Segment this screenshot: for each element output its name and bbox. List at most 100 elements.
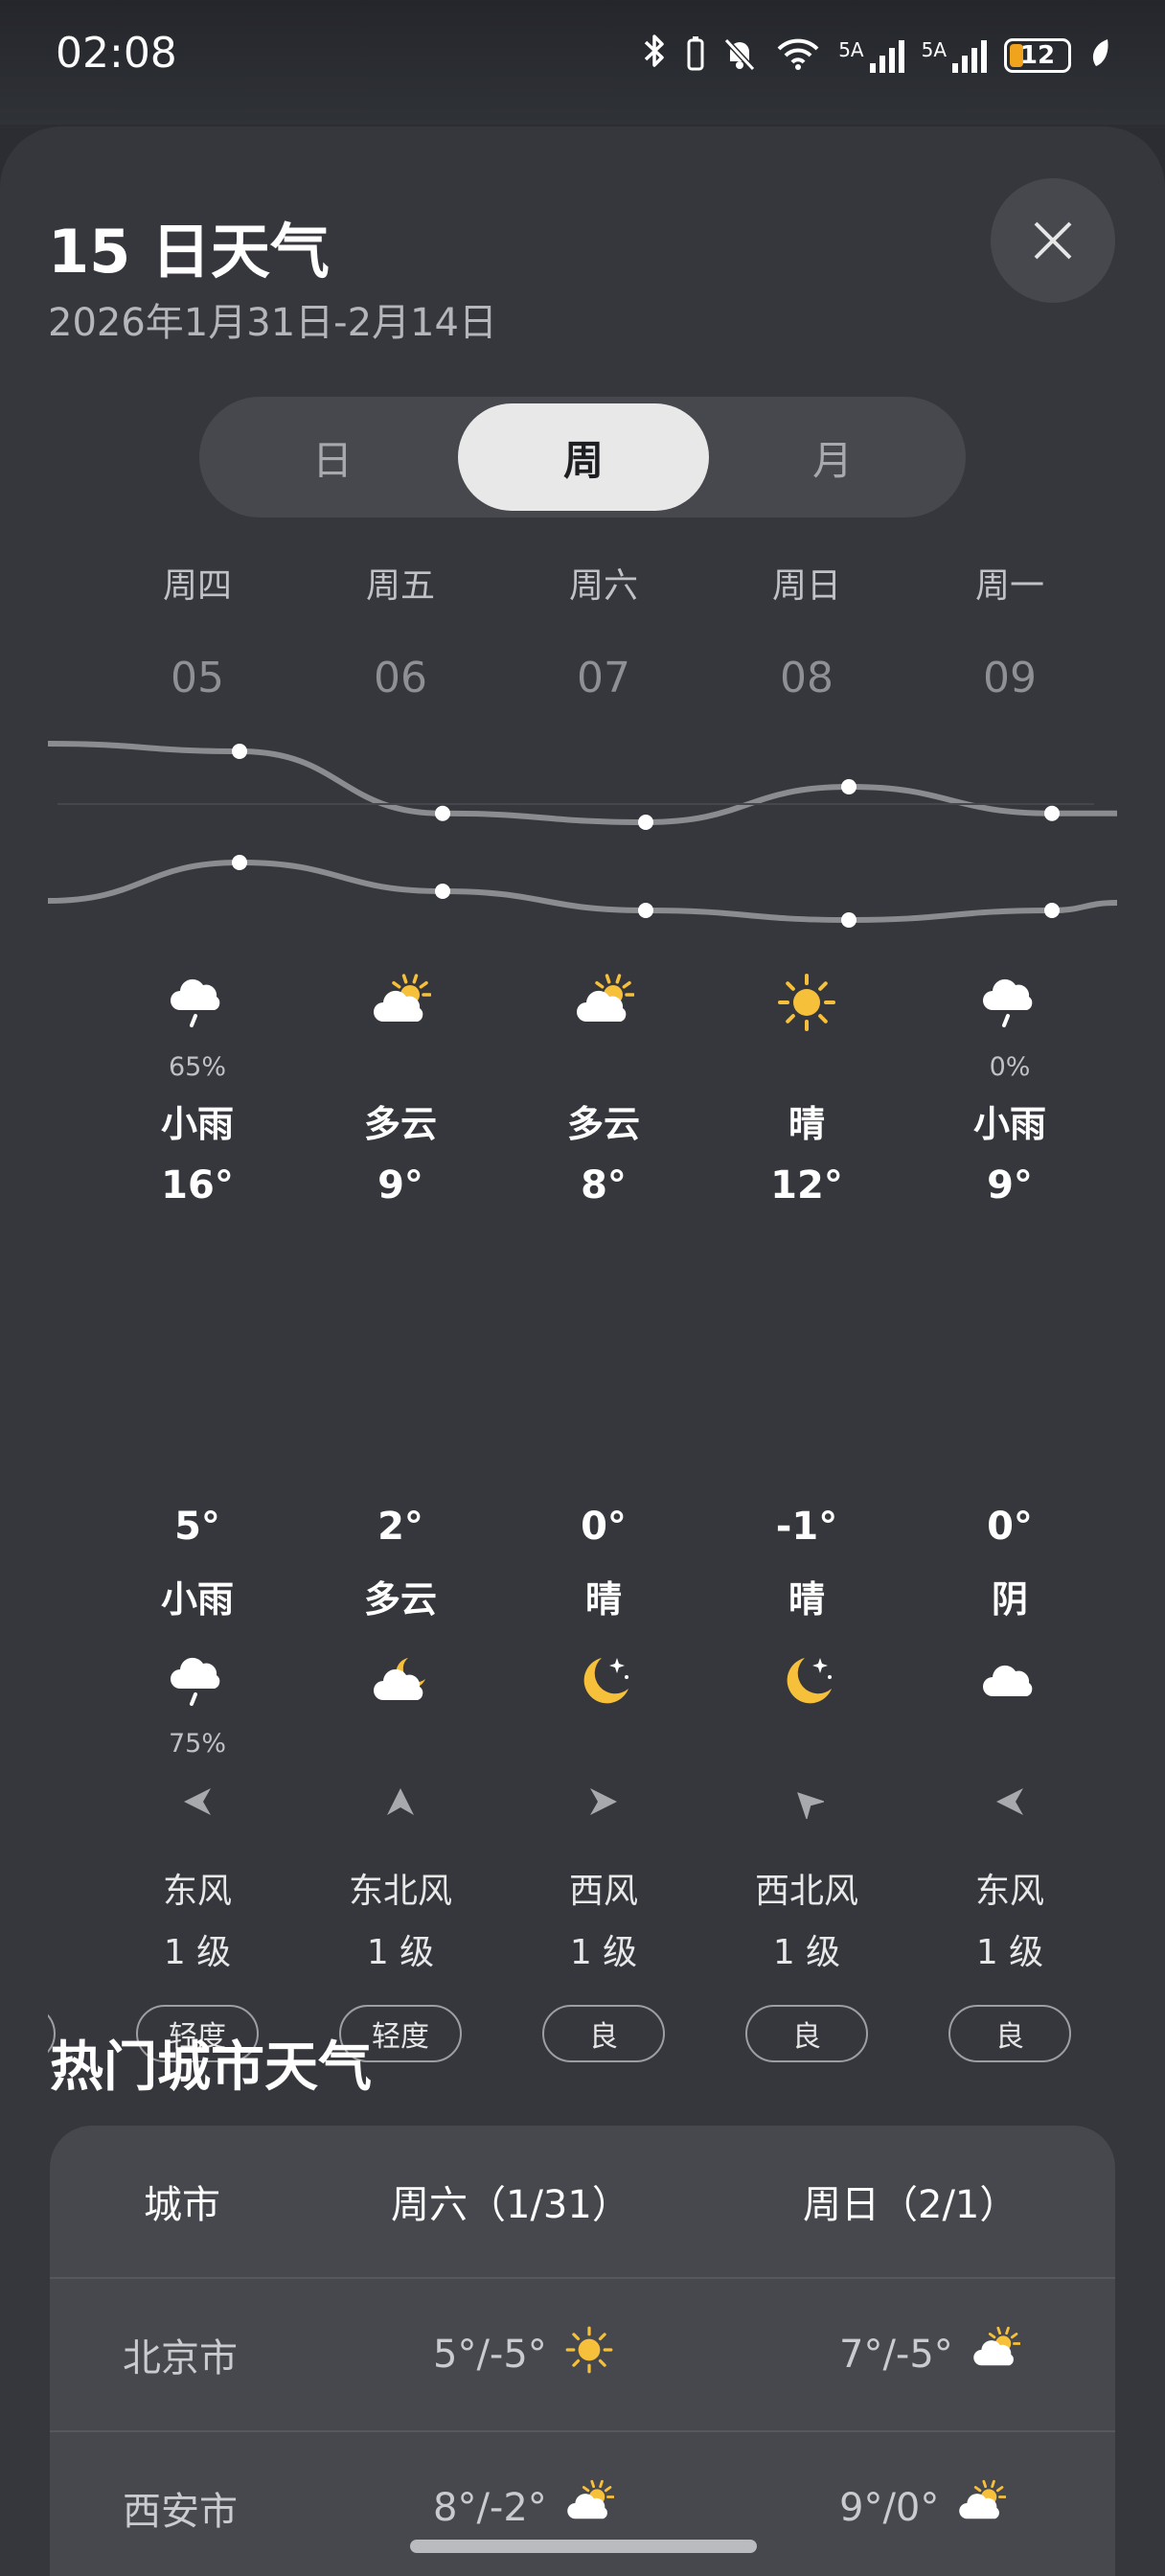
sun-temp: 9°/0°: [839, 2486, 940, 2530]
partly-cloudy-day-icon: [971, 2325, 1021, 2384]
page-title: 15 日天气: [48, 217, 330, 287]
column-header-city: 城市: [144, 2183, 220, 2227]
low-temp: 0°: [987, 1505, 1033, 1549]
cellular-signal-2-icon: 5A: [922, 38, 987, 73]
tab-month[interactable]: 月: [707, 403, 958, 511]
table-header: 城市 周六（1/31） 周日（2/1）: [50, 2126, 1115, 2277]
wind-level: 级: [48, 1924, 96, 1974]
aqi-badge: 良: [745, 2005, 868, 2062]
column-header-sat: 周六（1/31）: [391, 2183, 630, 2227]
precip-probability: 75%: [168, 1729, 226, 1759]
precip-probability: 0%: [989, 1052, 1031, 1082]
partly-cloudy-day-icon: [564, 2478, 615, 2538]
divider: [57, 803, 1094, 805]
high-temp: 8°: [581, 1163, 627, 1208]
wind-direction-icon: [180, 1784, 215, 1819]
forecast-scroller[interactable]: 三云°云风级度周四0565%小雨16°5°小雨75%东风1 级轻度周五06多云9…: [48, 539, 1117, 2110]
weekday-label: 三: [48, 558, 96, 608]
hot-cities-table: 城市 周六（1/31） 周日（2/1） 北京市 5°/-5° 7°/-5° 西安市 8°…: [50, 2126, 1115, 2576]
sun-icon: [776, 972, 837, 1033]
wind-direction: 西北风: [754, 1872, 858, 1911]
moon-icon: [573, 1650, 634, 1712]
night-condition: 云: [48, 1570, 96, 1622]
table-row[interactable]: 北京市 5°/-5° 7°/-5°: [50, 2279, 1115, 2430]
battery-icon: 12: [1004, 37, 1071, 73]
aqi-badge: 良: [542, 2005, 665, 2062]
rain-icon: [167, 1650, 228, 1712]
day-condition: 多云: [363, 1103, 437, 1145]
day-condition: 小雨: [160, 1103, 234, 1145]
sun-icon: [564, 2325, 614, 2384]
sat-temp: 8°/-2°: [433, 2486, 547, 2530]
wind-direction: 东北风: [348, 1872, 452, 1911]
forecast-day[interactable]: 周五 06 多云 9° 2° 多云 东北风 1 级轻度: [299, 539, 502, 2072]
weekday-label: 周一: [974, 566, 1044, 606]
partly-cloudy-day-icon: [956, 2478, 1007, 2538]
forecast-day[interactable]: 周日 08 晴 12° -1° 晴西北风 1 级良: [705, 539, 908, 2072]
status-time: 02:08: [56, 29, 177, 78]
day-condition: 小雨: [972, 1103, 1046, 1145]
low-temp: 2°: [377, 1505, 423, 1549]
forecast-day[interactable]: 周四 05 65% 小雨 16° 5° 小雨 75% 东风 1 级轻度: [96, 539, 299, 2072]
night-condition: 小雨: [160, 1578, 234, 1621]
date-label: 06: [374, 654, 427, 702]
night-condition: 阴: [991, 1578, 1028, 1621]
partly-cloudy-day-icon: [370, 972, 431, 1033]
battery-level: 12: [1019, 40, 1056, 70]
table-row[interactable]: 西安市 8°/-2° 9°/0°: [50, 2432, 1115, 2576]
close-button[interactable]: [991, 178, 1115, 303]
network-type-label: 5A: [921, 37, 947, 61]
high-temp: 9°: [987, 1163, 1033, 1208]
high-temp: °: [48, 1163, 96, 1208]
night-condition: 晴: [788, 1578, 825, 1621]
moon-icon: [776, 1650, 837, 1712]
network-type-label: 5A: [838, 37, 864, 61]
low-temp: 5°: [174, 1505, 220, 1549]
partly-cloudy-night-icon: [370, 1650, 431, 1712]
precip-probability: 65%: [168, 1052, 226, 1082]
date-label: 08: [780, 654, 834, 702]
cellular-signal-1-icon: 5A: [838, 37, 904, 73]
wind-level: 1 级: [975, 1933, 1044, 1972]
high-temp: 12°: [770, 1163, 843, 1208]
date-label: 05: [171, 654, 224, 702]
high-temp: 9°: [377, 1163, 423, 1208]
battery-saver-icon: [687, 35, 704, 75]
leaf-icon: [1088, 37, 1111, 74]
tab-day[interactable]: 日: [207, 403, 458, 511]
low-temp: -1°: [775, 1505, 838, 1549]
wind-level: 1 级: [366, 1933, 435, 1972]
high-temp: 16°: [161, 1163, 234, 1208]
wifi-icon: [775, 36, 821, 75]
forecast-day[interactable]: 周六 07 多云 8° 0° 晴西风 1 级良: [502, 539, 705, 2072]
day-condition: 多云: [566, 1103, 640, 1145]
day-condition: 云: [48, 1094, 96, 1147]
wind-direction: 东风: [974, 1872, 1044, 1911]
wind-direction-icon: [789, 1784, 826, 1821]
forecast-day[interactable]: 三云°云风级度: [48, 539, 96, 2072]
day-condition: 晴: [788, 1103, 825, 1145]
night-condition: 多云: [363, 1578, 437, 1621]
partly-cloudy-day-icon: [573, 972, 634, 1033]
weekday-label: 周六: [568, 566, 638, 606]
wind-direction: 西风: [568, 1872, 638, 1911]
rain-icon: [167, 972, 228, 1033]
date-label: 09: [983, 654, 1037, 702]
weekday-label: 周四: [162, 566, 232, 606]
sat-temp: 5°/-5°: [433, 2333, 547, 2377]
wind-level: 1 级: [569, 1933, 638, 1972]
cloud-icon: [979, 1650, 1040, 1712]
rain-icon: [979, 972, 1040, 1033]
date-range: 2026年1月31日-2月14日: [48, 301, 497, 345]
aqi-badge: 良: [948, 2005, 1071, 2062]
forecast-sheet: 15 日天气 2026年1月31日-2月14日 日 周 月 三云°云风级度周四0…: [0, 126, 1165, 2576]
night-condition: 晴: [584, 1578, 622, 1621]
tab-week[interactable]: 周: [458, 403, 709, 511]
home-indicator[interactable]: [410, 2540, 757, 2553]
date-label: 07: [577, 654, 630, 702]
forecast-day[interactable]: 周一 09 0% 小雨 9° 0° 阴东风 1 级良: [908, 539, 1111, 2072]
wind-direction-icon: [993, 1784, 1027, 1819]
column-header-sun: 周日（2/1）: [803, 2183, 1018, 2227]
weekday-label: 周日: [771, 566, 841, 606]
wind-level: 1 级: [163, 1933, 232, 1972]
